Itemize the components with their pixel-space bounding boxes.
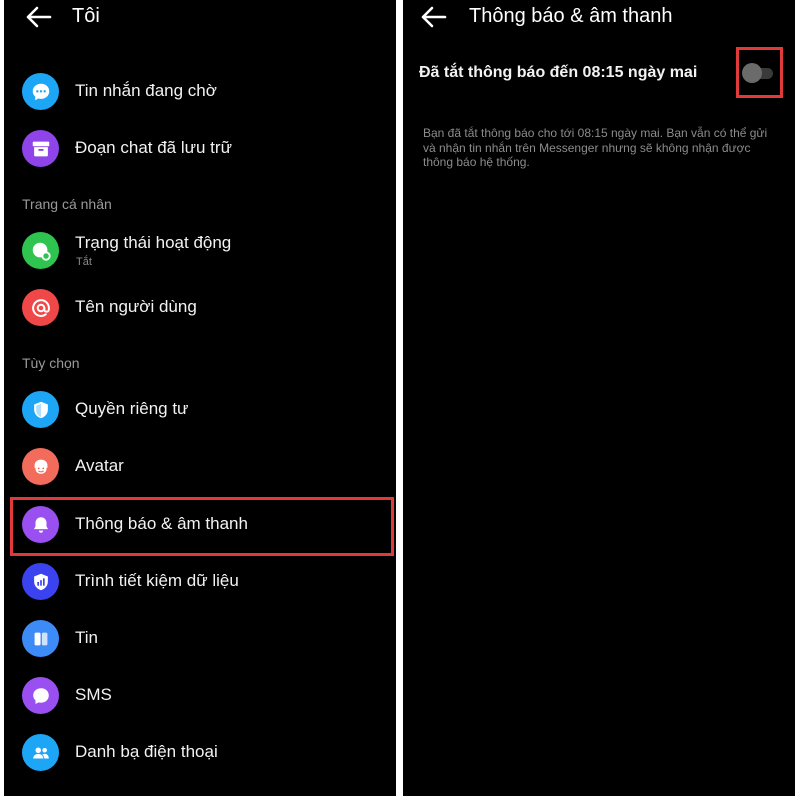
menu-item-username[interactable]: Tên người dùng (4, 282, 396, 332)
menu-item-label: Đoạn chat đã lưu trữ (75, 138, 232, 157)
description-line: Bạn đã tắt thông báo cho tới 08:15 ngày … (423, 126, 768, 140)
back-arrow-icon[interactable] (26, 6, 52, 28)
menu-item-label: Tên người dùng (75, 297, 197, 316)
highlight-box (10, 497, 394, 556)
menu-item-label: Tin nhắn đang chờ (75, 81, 217, 100)
section-header-options: Tùy chọn (22, 355, 80, 371)
data-saver-icon (22, 563, 59, 600)
menu-item-phone-contacts[interactable]: Danh bạ điện thoại (4, 727, 396, 777)
avatar-face-icon (22, 448, 59, 485)
menu-item-stories[interactable]: Tin (4, 613, 396, 663)
menu-item-label: Tin (75, 628, 98, 647)
contacts-icon (22, 734, 59, 771)
settings-header: Tôi (4, 0, 396, 34)
menu-item-label: Trình tiết kiệm dữ liệu (75, 571, 239, 590)
menu-item-active-status[interactable]: Trạng thái hoạt động Tắt (4, 225, 396, 275)
menu-item-archived-chats[interactable]: Đoạn chat đã lưu trữ (4, 123, 396, 173)
menu-item-label: Trạng thái hoạt động (75, 233, 232, 252)
chat-bubble-icon (22, 73, 59, 110)
description-line: và nhận tin nhắn trên Messenger nhưng sẽ… (423, 140, 751, 155)
settings-panel: Tôi Tin nhắn đang chờ Đoạn chat đã lưu t… (4, 0, 396, 796)
page-title: Tôi (72, 5, 100, 27)
back-arrow-icon[interactable] (421, 6, 447, 28)
menu-item-privacy[interactable]: Quyền riêng tư (4, 384, 396, 434)
stories-icon (22, 620, 59, 657)
menu-item-pending-messages[interactable]: Tin nhắn đang chờ (4, 66, 396, 116)
notifications-sounds-panel: Thông báo & âm thanh Đã tắt thông báo đế… (403, 0, 795, 796)
menu-item-avatar[interactable]: Avatar (4, 441, 396, 491)
menu-item-label: SMS (75, 685, 112, 704)
shield-icon (22, 391, 59, 428)
archive-box-icon (22, 130, 59, 167)
menu-item-label: Quyền riêng tư (75, 399, 189, 418)
menu-item-label: Danh bạ điện thoại (75, 742, 218, 761)
menu-item-sms[interactable]: SMS (4, 670, 396, 720)
menu-item-sublabel: Tắt (76, 256, 92, 268)
notifications-header: Thông báo & âm thanh (403, 0, 795, 34)
menu-item-data-saver[interactable]: Trình tiết kiệm dữ liệu (4, 556, 396, 606)
highlight-box (736, 47, 783, 98)
sms-bubble-icon (22, 677, 59, 714)
do-not-disturb-label: Đã tắt thông báo đến 08:15 ngày mai (419, 64, 698, 81)
at-sign-icon (22, 289, 59, 326)
description-line: thông báo hệ thống. (423, 155, 530, 169)
menu-item-label: Avatar (75, 456, 124, 475)
active-status-icon (22, 232, 59, 269)
notification-description: Bạn đã tắt thông báo cho tới 08:15 ngày … (423, 126, 773, 170)
page-title: Thông báo & âm thanh (469, 5, 673, 27)
section-header-profile: Trang cá nhân (22, 196, 112, 212)
